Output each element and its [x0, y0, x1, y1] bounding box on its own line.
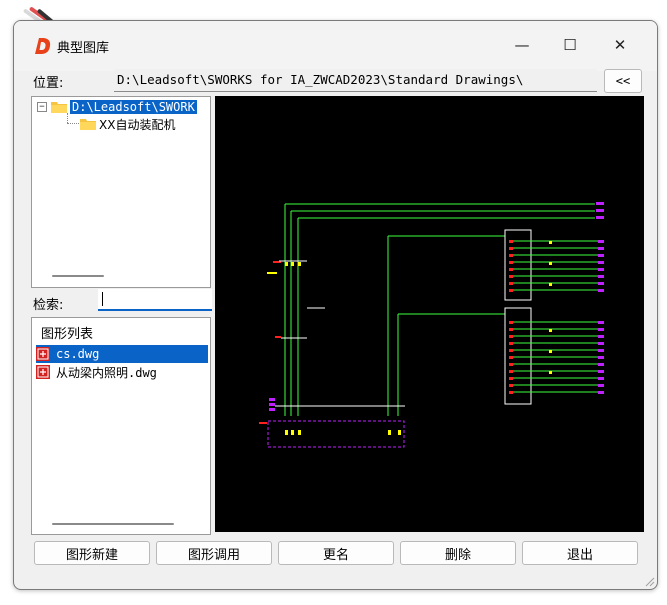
maximize-icon: ☐ — [563, 36, 577, 54]
list-item[interactable]: 从动梁内照明.dwg — [36, 363, 208, 381]
list-scrollbar[interactable] — [52, 523, 174, 525]
rename-button[interactable]: 更名 — [278, 541, 394, 565]
list-item[interactable]: cs.dwg — [36, 345, 208, 363]
collapse-button[interactable]: << — [604, 69, 642, 93]
close-icon: ✕ — [613, 36, 627, 54]
call-drawing-button[interactable]: 图形调用 — [156, 541, 272, 565]
gallery-dialog: 典型图库 — ☐ ✕ 位置: D:\Leadsoft\SWORKS for IA… — [13, 20, 658, 590]
collapse-tree-icon[interactable]: − — [37, 102, 47, 112]
folder-icon — [51, 102, 67, 113]
list-header: 图形列表 — [41, 327, 94, 342]
tree-connector — [67, 113, 69, 123]
location-label: 位置: — [33, 76, 64, 91]
new-drawing-button[interactable]: 图形新建 — [34, 541, 150, 565]
minimize-button[interactable]: — — [499, 29, 545, 61]
text-caret — [102, 292, 103, 306]
folder-tree[interactable]: − D:\Leadsoft\SWORK XX自动装配机 — [31, 96, 211, 288]
tree-root-node[interactable]: − D:\Leadsoft\SWORK — [37, 99, 197, 115]
tree-child-label: XX自动装配机 — [99, 117, 176, 132]
tree-scrollbar[interactable] — [52, 275, 104, 277]
dwg-file-icon — [36, 365, 50, 379]
schematic-preview — [259, 202, 604, 448]
list-item-label: 从动梁内照明.dwg — [56, 365, 157, 380]
resize-grip-icon[interactable] — [645, 577, 655, 587]
tree-root-label: D:\Leadsoft\SWORK — [70, 100, 197, 114]
list-item-label: cs.dwg — [56, 347, 100, 361]
app-d-logo-icon — [35, 38, 51, 54]
drawing-preview — [215, 96, 644, 532]
minimize-icon: — — [514, 36, 530, 54]
tree-connector — [67, 123, 79, 125]
exit-button[interactable]: 退出 — [522, 541, 638, 565]
search-input[interactable] — [98, 289, 212, 311]
title-bar[interactable]: 典型图库 — ☐ ✕ — [14, 21, 657, 71]
dwg-file-icon — [36, 347, 50, 361]
location-path-field[interactable]: D:\Leadsoft\SWORKS for IA_ZWCAD2023\Stan… — [114, 69, 597, 92]
maximize-button[interactable]: ☐ — [547, 29, 593, 61]
close-button[interactable]: ✕ — [597, 29, 643, 61]
drawing-list[interactable]: 图形列表 cs.dwg 从动梁内照明.dwg — [31, 317, 211, 535]
search-label: 检索: — [33, 298, 64, 313]
window-title: 典型图库 — [57, 41, 110, 56]
delete-button[interactable]: 删除 — [400, 541, 516, 565]
folder-icon — [80, 119, 96, 130]
tree-child-node[interactable]: XX自动装配机 — [80, 116, 175, 132]
